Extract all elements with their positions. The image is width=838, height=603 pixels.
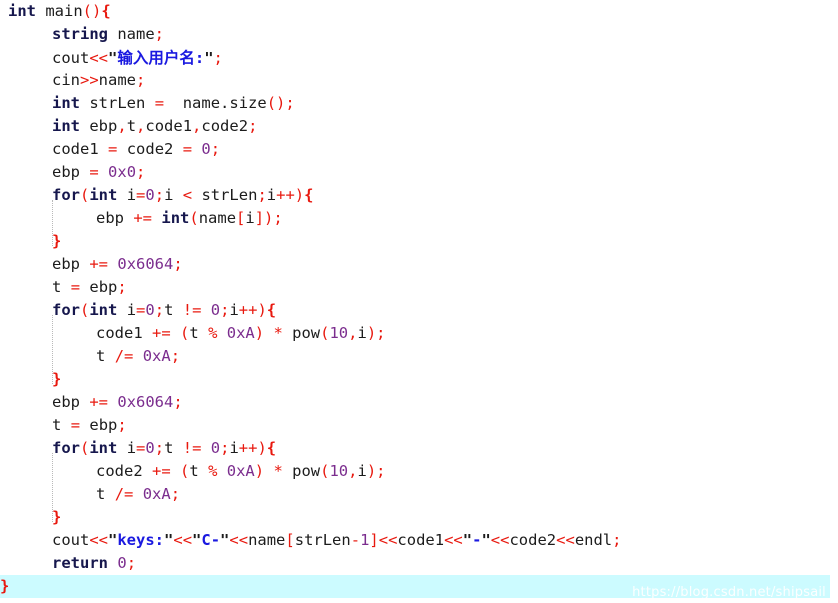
line-code: cin>>name; [52, 71, 146, 89]
code-line[interactable]: string name; [0, 23, 838, 46]
line-code: code1 += (t % 0xA) * pow(10,i); [96, 324, 386, 342]
code-line[interactable]: } [0, 575, 830, 598]
code-line[interactable]: t = ebp; [0, 414, 838, 437]
line-code: cout<<"keys:"<<"C-"<<name[strLen-1]<<cod… [52, 531, 622, 549]
line-code: int main(){ [8, 2, 111, 20]
code-line[interactable]: int main(){ [0, 0, 838, 23]
code-line[interactable]: cout<<"keys:"<<"C-"<<name[strLen-1]<<cod… [0, 529, 838, 552]
code-line[interactable]: } [0, 230, 838, 253]
code-line[interactable]: int ebp,t,code1,code2; [0, 115, 838, 138]
code-line[interactable]: code1 = code2 = 0; [0, 138, 838, 161]
line-code: } [52, 232, 62, 250]
code-line[interactable]: return 0; [0, 552, 838, 575]
line-code: t /= 0xA; [96, 485, 181, 503]
line-code: ebp += 0x6064; [52, 393, 183, 411]
line-code: code2 += (t % 0xA) * pow(10,i); [96, 462, 386, 480]
code-line[interactable]: for(int i=0;t != 0;i++){ [0, 437, 838, 460]
code-editor[interactable]: int main(){ string name; cout<<"输入用户名:"; ci… [0, 0, 838, 603]
code-line[interactable]: code2 += (t % 0xA) * pow(10,i); [0, 460, 838, 483]
code-line[interactable]: cout<<"输入用户名:"; [0, 46, 838, 69]
line-code: return 0; [52, 554, 137, 572]
line-code: t = ebp; [52, 416, 127, 434]
line-code: for(int i=0;t != 0;i++){ [52, 301, 277, 319]
line-code: int strLen = name.size(); [52, 94, 295, 112]
line-code: string name; [52, 25, 165, 43]
line-code: int ebp,t,code1,code2; [52, 117, 258, 135]
code-line[interactable]: ebp += 0x6064; [0, 253, 838, 276]
line-code: cout<<"输入用户名:"; [52, 48, 223, 67]
code-line[interactable]: for(int i=0;t != 0;i++){ [0, 299, 838, 322]
line-code: ebp += 0x6064; [52, 255, 183, 273]
line-code: t /= 0xA; [96, 347, 181, 365]
code-line[interactable]: cin>>name; [0, 69, 838, 92]
line-code: t = ebp; [52, 278, 127, 296]
code-lines-container: int main(){ string name; cout<<"输入用户名:"; ci… [0, 0, 838, 598]
line-code: for(int i=0;i < strLen;i++){ [52, 186, 314, 204]
line-code: } [0, 577, 10, 595]
code-line[interactable]: code1 += (t % 0xA) * pow(10,i); [0, 322, 838, 345]
code-line[interactable]: ebp += int(name[i]); [0, 207, 838, 230]
line-code: code1 = code2 = 0; [52, 140, 221, 158]
line-code: for(int i=0;t != 0;i++){ [52, 439, 277, 457]
code-line[interactable]: t /= 0xA; [0, 483, 838, 506]
line-code: ebp = 0x0; [52, 163, 146, 181]
code-line[interactable]: ebp = 0x0; [0, 161, 838, 184]
code-line[interactable]: } [0, 506, 838, 529]
line-code: } [52, 508, 62, 526]
code-line[interactable]: int strLen = name.size(); [0, 92, 838, 115]
code-line[interactable]: for(int i=0;i < strLen;i++){ [0, 184, 838, 207]
line-code: } [52, 370, 62, 388]
code-line[interactable]: t /= 0xA; [0, 345, 838, 368]
code-line[interactable]: } [0, 368, 838, 391]
code-line[interactable]: ebp += 0x6064; [0, 391, 838, 414]
code-line[interactable]: t = ebp; [0, 276, 838, 299]
line-code: ebp += int(name[i]); [96, 209, 283, 227]
